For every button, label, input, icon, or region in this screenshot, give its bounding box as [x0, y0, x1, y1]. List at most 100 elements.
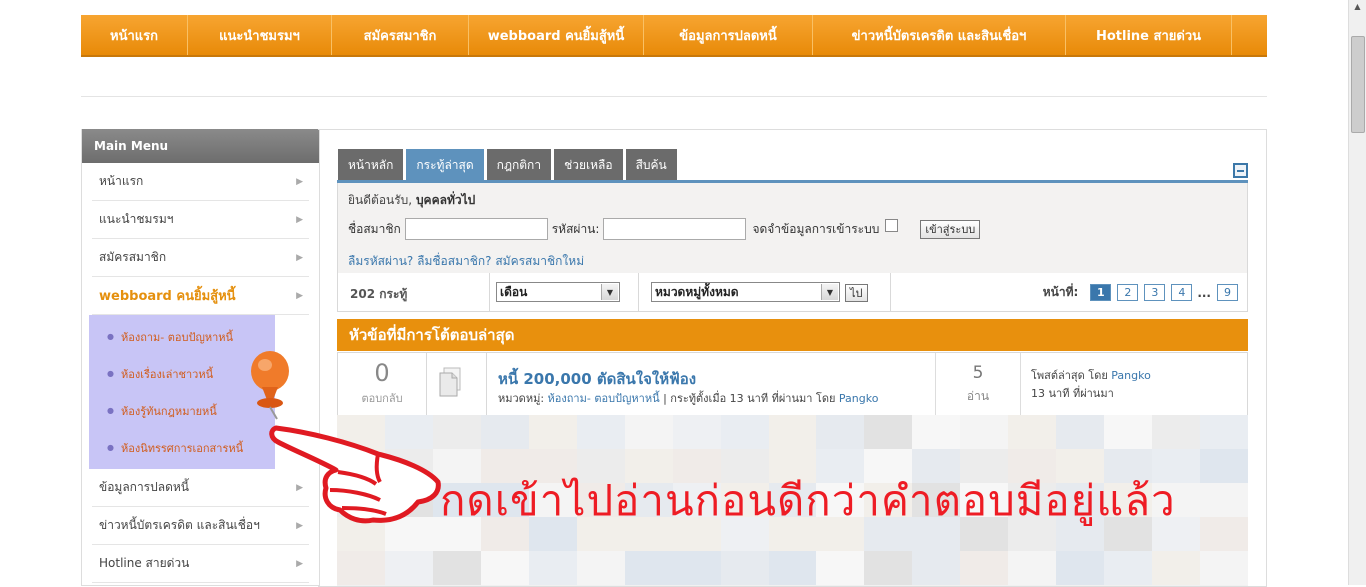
mosaic-tile	[337, 551, 385, 585]
last-post-time: 13 นาที ที่ผ่านมา	[1031, 387, 1114, 400]
mosaic-tile	[1152, 415, 1201, 449]
mosaic-tile	[1056, 551, 1105, 585]
login-form: ชื่อสมาชิก รหัสผ่าน: จดจำข้อมูลการเข้าระ…	[348, 218, 981, 240]
topic-title-link[interactable]: หนี้ 200,000 ตัดสินใจให้ฟ้อง	[498, 367, 696, 391]
nav-webboard[interactable]: webboard คนยิ้มสู้หนี้	[469, 15, 644, 55]
last-post-label: โพสต์ล่าสุด โดย	[1031, 369, 1108, 382]
mosaic-tile	[912, 415, 961, 449]
bullet-icon: ●	[107, 332, 114, 341]
mosaic-tile	[1008, 415, 1057, 449]
push-pin-icon	[251, 351, 289, 420]
reply-count-value: 0	[374, 359, 390, 387]
page-1[interactable]: 1	[1090, 284, 1112, 301]
mosaic-tile	[672, 551, 721, 585]
sidebar-item-about[interactable]: แนะนำชมรมฯ ▶	[92, 201, 309, 239]
welcome-text: ยินดีต้อนรับ, บุคคลทั่วไป	[348, 191, 475, 210]
sidebar-item-home[interactable]: หน้าแรก ▶	[92, 163, 309, 201]
tab-home[interactable]: หน้าหลัก	[338, 149, 404, 181]
page-last[interactable]: 9	[1217, 284, 1238, 301]
sidebar-item-label: แนะนำชมรมฯ	[99, 212, 174, 226]
scroll-thumb[interactable]	[1351, 36, 1365, 133]
mosaic-tile	[1152, 551, 1201, 585]
sidebar-item-label: หน้าแรก	[99, 174, 144, 188]
mosaic-tile	[1200, 517, 1248, 551]
username-input[interactable]	[404, 218, 548, 240]
category-label: หมวดหมู่:	[498, 392, 545, 405]
sidebar-item-hotline[interactable]: Hotline สายด่วน ▶	[92, 545, 309, 583]
period-select[interactable]: เดือน ▼	[496, 282, 620, 302]
bullet-icon: ●	[107, 406, 114, 415]
nav-register[interactable]: สมัครสมาชิก	[332, 15, 469, 55]
forgot-username-link[interactable]: ลืมชื่อสมาชิก?	[417, 254, 491, 268]
mosaic-tile	[1200, 449, 1248, 483]
nav-debt-info[interactable]: ข้อมูลการปลดหนี้	[644, 15, 813, 55]
welcome-prefix: ยินดีต้อนรับ,	[348, 193, 413, 207]
chevron-right-icon: ▶	[296, 558, 303, 569]
mosaic-tile	[480, 551, 529, 585]
remember-checkbox[interactable]	[885, 218, 899, 232]
page-scrollbar[interactable]: ▲	[1348, 0, 1366, 585]
sidebar-item-register[interactable]: สมัครสมาชิก ▶	[92, 239, 309, 277]
mosaic-tile	[768, 415, 817, 449]
bullet-icon: ●	[107, 369, 114, 378]
mosaic-tile	[432, 551, 481, 585]
sidebar-item-label: สมัครสมาชิก	[99, 250, 167, 264]
divider	[890, 273, 891, 311]
register-link[interactable]: สมัครสมาชิกใหม่	[495, 254, 584, 268]
mosaic-tile	[624, 415, 673, 449]
collapse-button[interactable]	[1233, 163, 1248, 178]
nav-about[interactable]: แนะนำชมรมฯ	[188, 15, 332, 55]
go-button[interactable]: ไป	[845, 284, 868, 302]
scroll-up-icon[interactable]: ▲	[1351, 2, 1364, 15]
mosaic-tile	[816, 415, 865, 449]
document-icon	[439, 367, 461, 397]
mosaic-tile	[864, 415, 913, 449]
tab-search[interactable]: สืบค้น	[625, 149, 677, 181]
chevron-right-icon: ▶	[296, 176, 303, 187]
chevron-right-icon: ▶	[296, 214, 303, 225]
submenu-item-documents[interactable]: ● ห้องนิทรรศการเอกสารหนี้	[89, 429, 275, 466]
category-link[interactable]: ห้องถาม- ตอบปัญหาหนี้	[548, 392, 660, 405]
forum-tabs: หน้าหลัก กระทู้ล่าสุด กฎกติกา ช่วยเหลือ …	[338, 149, 680, 181]
login-links: ลืมรหัสผ่าน? ลืมชื่อสมาชิก? สมัครสมาชิกใ…	[348, 252, 584, 271]
author-link[interactable]: Pangko	[839, 392, 879, 405]
forgot-password-link[interactable]: ลืมรหัสผ่าน?	[348, 254, 413, 268]
divider	[638, 273, 639, 311]
mosaic-tile	[768, 551, 817, 585]
category-select[interactable]: หมวดหมู่ทั้งหมด ▼	[651, 282, 840, 302]
mosaic-tile	[816, 551, 865, 585]
nav-hotline[interactable]: Hotline สายด่วน	[1066, 15, 1232, 55]
sidebar-item-webboard[interactable]: webboard คนยิ้มสู้หนี้ ▶	[92, 277, 309, 315]
page-3[interactable]: 3	[1144, 284, 1166, 301]
mosaic-tile	[960, 415, 1009, 449]
welcome-user: บุคคลทั่วไป	[415, 193, 476, 207]
password-input[interactable]	[603, 218, 747, 240]
mosaic-tile	[1056, 415, 1105, 449]
tab-latest-topics[interactable]: กระทู้ล่าสุด	[406, 149, 484, 181]
tab-rules[interactable]: กฎกติกา	[486, 149, 552, 181]
chevron-right-icon: ▶	[296, 252, 303, 263]
login-panel: ยินดีต้อนรับ, บุคคลทั่วไป ชื่อสมาชิก รหั…	[337, 183, 1248, 274]
mosaic-tile	[384, 551, 433, 585]
view-count-label: อ่าน	[966, 389, 990, 403]
tab-help[interactable]: ช่วยเหลือ	[554, 149, 623, 181]
topic-row: 0 ตอบกลับ หนี้ 200,000 ตัดสินใจให้ฟ้อง ห…	[337, 352, 1248, 416]
mosaic-tile	[1200, 415, 1248, 449]
last-post-author-link[interactable]: Pangko	[1111, 369, 1151, 382]
topic-meta: หมวดหมู่: ห้องถาม- ตอบปัญหาหนี้ | กระทู้…	[498, 389, 878, 407]
category-select-value: หมวดหมู่ทั้งหมด	[655, 284, 739, 299]
divider	[486, 353, 487, 415]
latest-topics-heading: หัวข้อที่มีการโต้ตอบล่าสุด	[337, 319, 1248, 351]
nav-home[interactable]: หน้าแรก	[81, 15, 188, 55]
remember-label: จดจำข้อมูลการเข้าระบบ	[752, 221, 880, 236]
mosaic-tile	[1104, 415, 1153, 449]
mosaic-tile	[528, 551, 577, 585]
page-4[interactable]: 4	[1171, 284, 1193, 301]
chevron-right-icon: ▶	[296, 290, 303, 301]
mosaic-tile	[1200, 483, 1248, 517]
mosaic-tile	[528, 415, 577, 449]
nav-news[interactable]: ข่าวหนี้บัตรเครดิต และสินเชื่อฯ	[813, 15, 1066, 55]
login-button[interactable]: เข้าสู่ระบบ	[920, 219, 981, 239]
page-2[interactable]: 2	[1117, 284, 1139, 301]
sidebar-item-label: Hotline สายด่วน	[99, 556, 190, 570]
